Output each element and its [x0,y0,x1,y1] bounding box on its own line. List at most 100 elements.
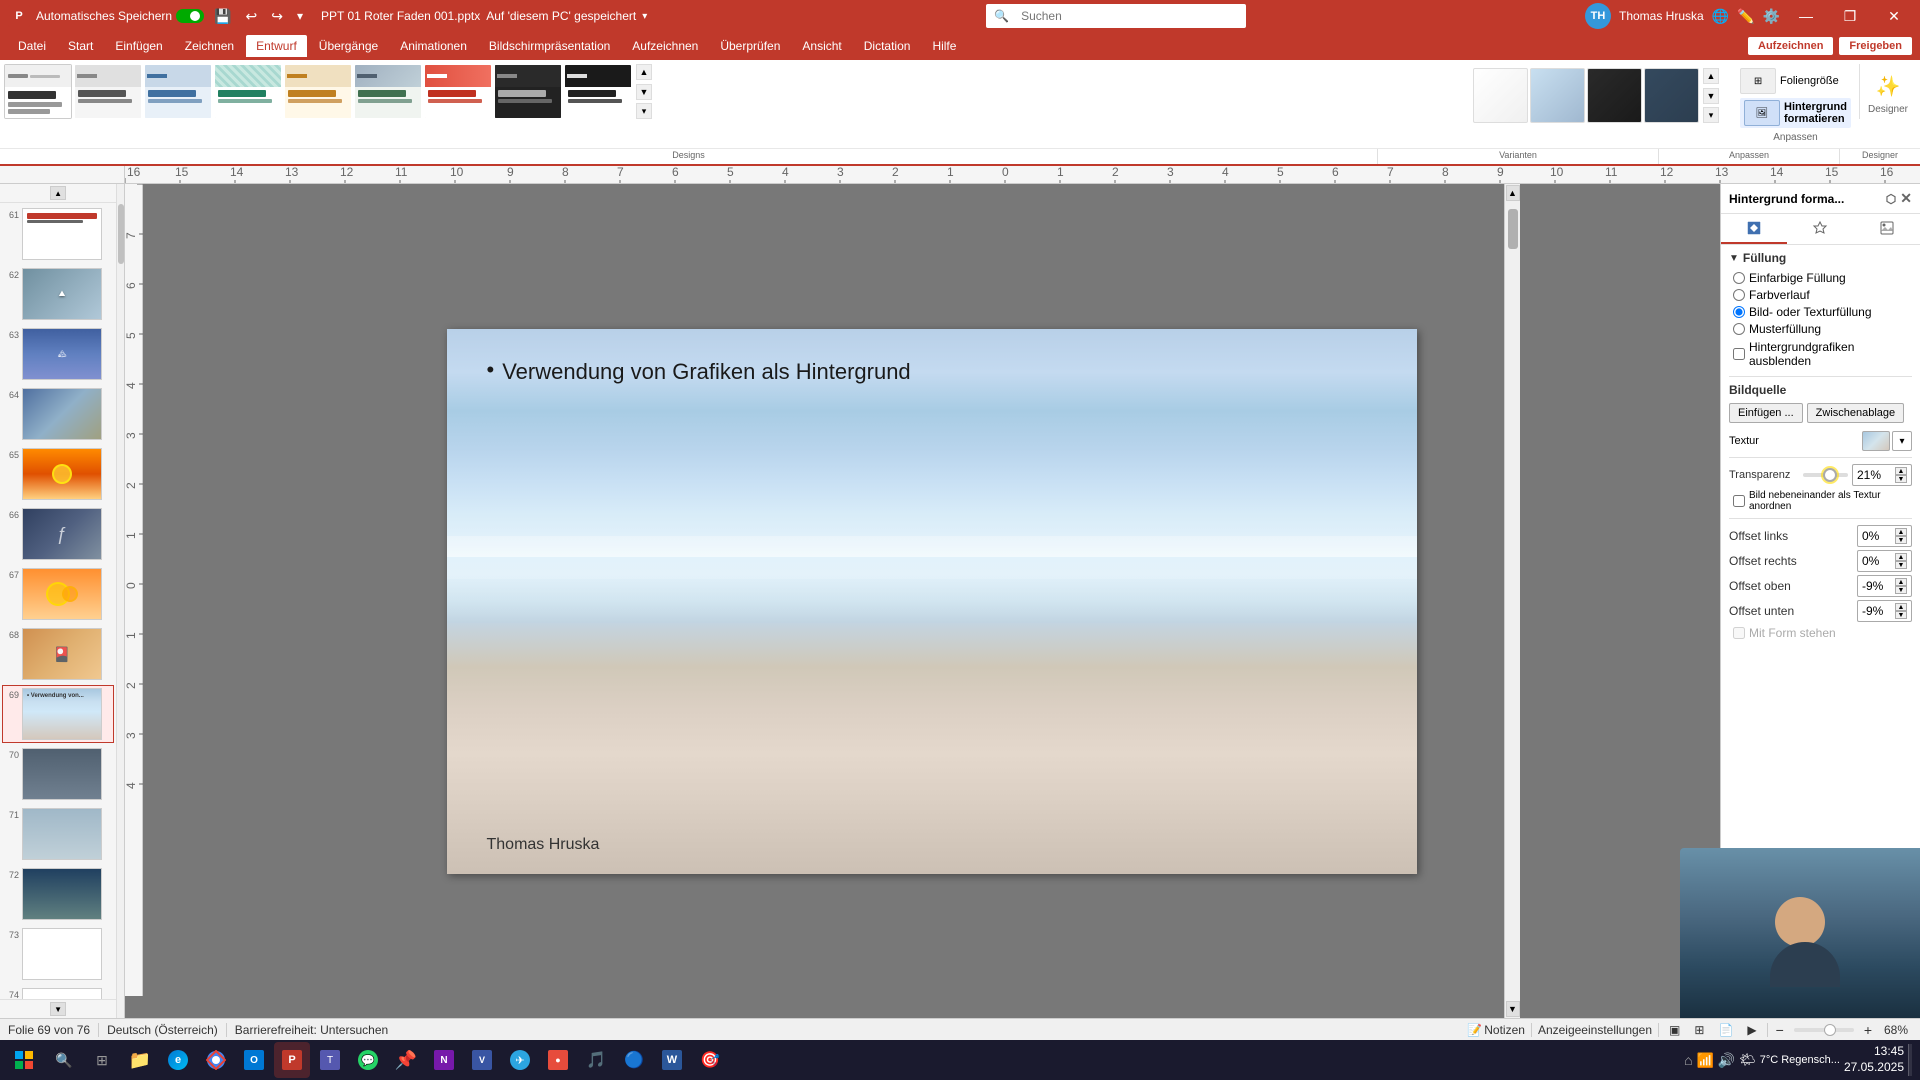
freigeben-button[interactable]: Freigeben [1839,37,1912,55]
thumb-vertical-scrollbar[interactable] [118,204,124,264]
note-icon[interactable]: 📌 [388,1042,424,1078]
menu-datei[interactable]: Datei [8,35,56,57]
variant-scroll-more[interactable]: ▾ [1703,107,1719,123]
thumb-62[interactable]: 62 ⛰ [2,265,114,323]
word-icon[interactable]: W [654,1042,690,1078]
normal-view-button[interactable]: ▣ [1665,1021,1684,1039]
edge-icon[interactable]: e [160,1042,196,1078]
theme-tile-9[interactable] [564,64,632,119]
fill-option-gradient[interactable]: Farbverlauf [1733,288,1912,302]
app8-icon[interactable]: ● [540,1042,576,1078]
show-desktop-button[interactable] [1908,1044,1912,1076]
menu-hilfe[interactable]: Hilfe [922,35,966,57]
theme-tile-4[interactable] [214,64,282,119]
language-status[interactable]: Deutsch (Österreich) [107,1023,218,1037]
offset-unten-input[interactable]: -9% ▲ ▼ [1857,600,1912,622]
search-input[interactable] [1013,6,1238,26]
theme-tile-3[interactable] [144,64,212,119]
start-button[interactable] [4,1044,44,1076]
presentation-view-button[interactable]: ▶ [1743,1021,1760,1039]
undo-icon[interactable]: ↩ [242,6,262,27]
theme-scroll-down[interactable]: ▼ [636,84,652,100]
variant-scroll-down[interactable]: ▼ [1703,88,1719,104]
view-settings-button[interactable]: Anzeigeeinstellungen [1538,1023,1652,1037]
offset-oben-down[interactable]: ▼ [1895,586,1907,594]
thumb-66[interactable]: 66 ƒ [2,505,114,563]
bild-nebeneinander-checkbox[interactable]: Bild nebeneinander als Textur anordnen [1733,490,1912,512]
thumb-72[interactable]: 72 [2,865,114,923]
theme-tile-7[interactable] [424,64,492,119]
theme-tile-5[interactable] [284,64,352,119]
theme-tile-2[interactable] [74,64,142,119]
fill-option-texture[interactable]: Bild- oder Texturfüllung [1733,305,1912,319]
textur-icon[interactable]: ▾ [1892,431,1912,451]
whatsapp-icon[interactable]: 💬 [350,1042,386,1078]
menu-uebergaenge[interactable]: Übergänge [309,35,388,57]
foliengroesse-button[interactable]: ⊞ Foliengröße [1740,68,1851,94]
panel-close-icon[interactable]: ✕ [1900,190,1912,207]
theme-tile-8[interactable] [494,64,562,119]
offset-rechts-up[interactable]: ▲ [1895,553,1907,561]
menu-ansicht[interactable]: Ansicht [792,35,851,57]
insert-image-button[interactable]: Einfügen ... [1729,403,1803,423]
zoom-slider[interactable] [1794,1028,1854,1032]
redo-icon[interactable]: ↪ [267,6,287,27]
theme-tile-1[interactable] [4,64,72,119]
thumb-67[interactable]: 67 [2,565,114,623]
transparency-down[interactable]: ▼ [1895,475,1907,483]
autosave-toggle[interactable]: Automatisches Speichern [36,9,204,23]
offset-unten-up[interactable]: ▲ [1895,603,1907,611]
menu-aufzeichnen[interactable]: Aufzeichnen [622,35,708,57]
viso-icon[interactable]: V [464,1042,500,1078]
mit-form-checkbox[interactable]: Mit Form stehen [1733,626,1912,640]
menu-animationen[interactable]: Animationen [390,35,477,57]
fill-option-solid[interactable]: Einfarbige Füllung [1733,271,1912,285]
panel-popout-icon[interactable]: ⬡ [1886,192,1896,206]
slide-scroll-down[interactable]: ▼ [1506,1001,1520,1017]
thumb-74[interactable]: 74 [2,985,114,999]
menu-zeichnen[interactable]: Zeichnen [175,35,244,57]
thumb-scroll-up[interactable]: ▲ [50,186,66,200]
menu-entwurf[interactable]: Entwurf [246,35,307,57]
variant-scroll-up[interactable]: ▲ [1703,68,1719,84]
slide-sorter-button[interactable]: ⊞ [1690,1021,1708,1039]
offset-links-down[interactable]: ▼ [1895,536,1907,544]
app10-icon[interactable]: 🔵 [616,1042,652,1078]
thumb-70[interactable]: 70 [2,745,114,803]
thumb-scroll-down[interactable]: ▼ [50,1002,66,1016]
fill-expand-icon[interactable]: ▼ [1729,253,1739,264]
slide-scroll-up[interactable]: ▲ [1506,185,1520,201]
thumb-65[interactable]: 65 [2,445,114,503]
variant-4[interactable] [1644,68,1699,123]
file-explorer-icon[interactable]: 📁 [122,1042,158,1078]
variant-2[interactable] [1530,68,1585,123]
transparency-up[interactable]: ▲ [1895,467,1907,475]
thumb-63[interactable]: 63 🏔 [2,325,114,383]
offset-unten-down[interactable]: ▼ [1895,611,1907,619]
thumb-71[interactable]: 71 [2,805,114,863]
notes-button[interactable]: 📝 Notizen [1467,1023,1525,1037]
thumb-64[interactable]: 64 [2,385,114,443]
slide-scroll-thumb[interactable] [1508,209,1518,249]
designer-icon[interactable]: ✨ [1870,68,1906,104]
telegram-icon[interactable]: ✈ [502,1042,538,1078]
reading-view-button[interactable]: 📄 [1714,1021,1737,1039]
hintergrund-formatieren-button[interactable]: 🖼 Hintergrundformatieren [1740,98,1851,128]
transparency-slider[interactable] [1803,473,1848,477]
clipboard-button[interactable]: Zwischenablage [1807,403,1905,423]
clock-area[interactable]: 13:45 27.05.2025 [1844,1044,1904,1075]
minimize-button[interactable]: — [1788,0,1824,32]
menu-start[interactable]: Start [58,35,103,57]
aufzeichnen-button[interactable]: Aufzeichnen [1748,37,1833,55]
save-icon[interactable]: 💾 [210,6,235,27]
offset-rechts-input[interactable]: 0% ▲ ▼ [1857,550,1912,572]
menu-dictation[interactable]: Dictation [854,35,921,57]
search-taskbar[interactable]: 🔍 [46,1042,82,1078]
hide-background-checkbox[interactable]: Hintergrundgrafiken ausblenden [1733,340,1912,368]
thumb-68[interactable]: 68 🎴 [2,625,114,683]
panel-tab-fill[interactable] [1721,214,1787,244]
app12-icon[interactable]: 🎯 [692,1042,728,1078]
offset-links-input[interactable]: 0% ▲ ▼ [1857,525,1912,547]
menu-ueberpruefen[interactable]: Überprüfen [710,35,790,57]
chrome-icon[interactable] [198,1042,234,1078]
